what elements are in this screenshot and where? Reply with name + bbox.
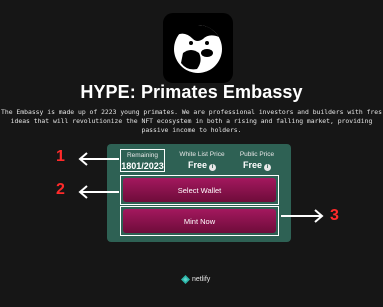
public-price-stat: Public Price Free i <box>232 151 282 171</box>
remaining-stat: Remaining 1801/2023 <box>120 149 165 172</box>
arrow-right-icon <box>281 209 324 223</box>
ape-logo <box>163 13 233 83</box>
whitelist-price-label: White List Price <box>179 151 225 158</box>
public-price-value: Free <box>242 160 262 170</box>
description-line: ideas that will revolutionize the NFT ec… <box>10 117 373 126</box>
page-title: HYPE: Primates Embassy <box>80 82 303 102</box>
remaining-label: Remaining <box>126 152 159 159</box>
remaining-value: 1801/2023 <box>121 161 164 171</box>
public-price-label: Public Price <box>239 151 275 158</box>
select-wallet-button[interactable]: Select Wallet <box>123 178 276 202</box>
info-icon[interactable]: i <box>209 164 216 171</box>
arrow-left-icon <box>78 152 119 166</box>
whitelist-price-value: Free <box>187 160 207 170</box>
ape-logo-icon <box>174 24 222 73</box>
info-icon[interactable]: i <box>264 164 271 171</box>
arrow-left-icon <box>78 185 119 199</box>
annotation-number-3: 3 <box>330 207 339 224</box>
select-wallet-outline: Select Wallet <box>120 175 279 205</box>
netlify-icon <box>181 275 190 284</box>
description-line: The Embassy is made up of 2223 young pri… <box>1 108 382 116</box>
annotation-number-1: 1 <box>56 148 65 165</box>
description: The Embassy is made up of 2223 young pri… <box>0 108 383 136</box>
whitelist-price-stat: White List Price Free i <box>172 151 232 171</box>
description-line: passive income to holders. <box>141 126 242 135</box>
mint-now-outline: Mint Now <box>120 206 279 236</box>
netlify-badge[interactable]: netlify <box>181 275 210 284</box>
mint-now-button[interactable]: Mint Now <box>123 209 276 233</box>
netlify-label: netlify <box>192 276 211 283</box>
annotation-number-2: 2 <box>56 181 65 198</box>
